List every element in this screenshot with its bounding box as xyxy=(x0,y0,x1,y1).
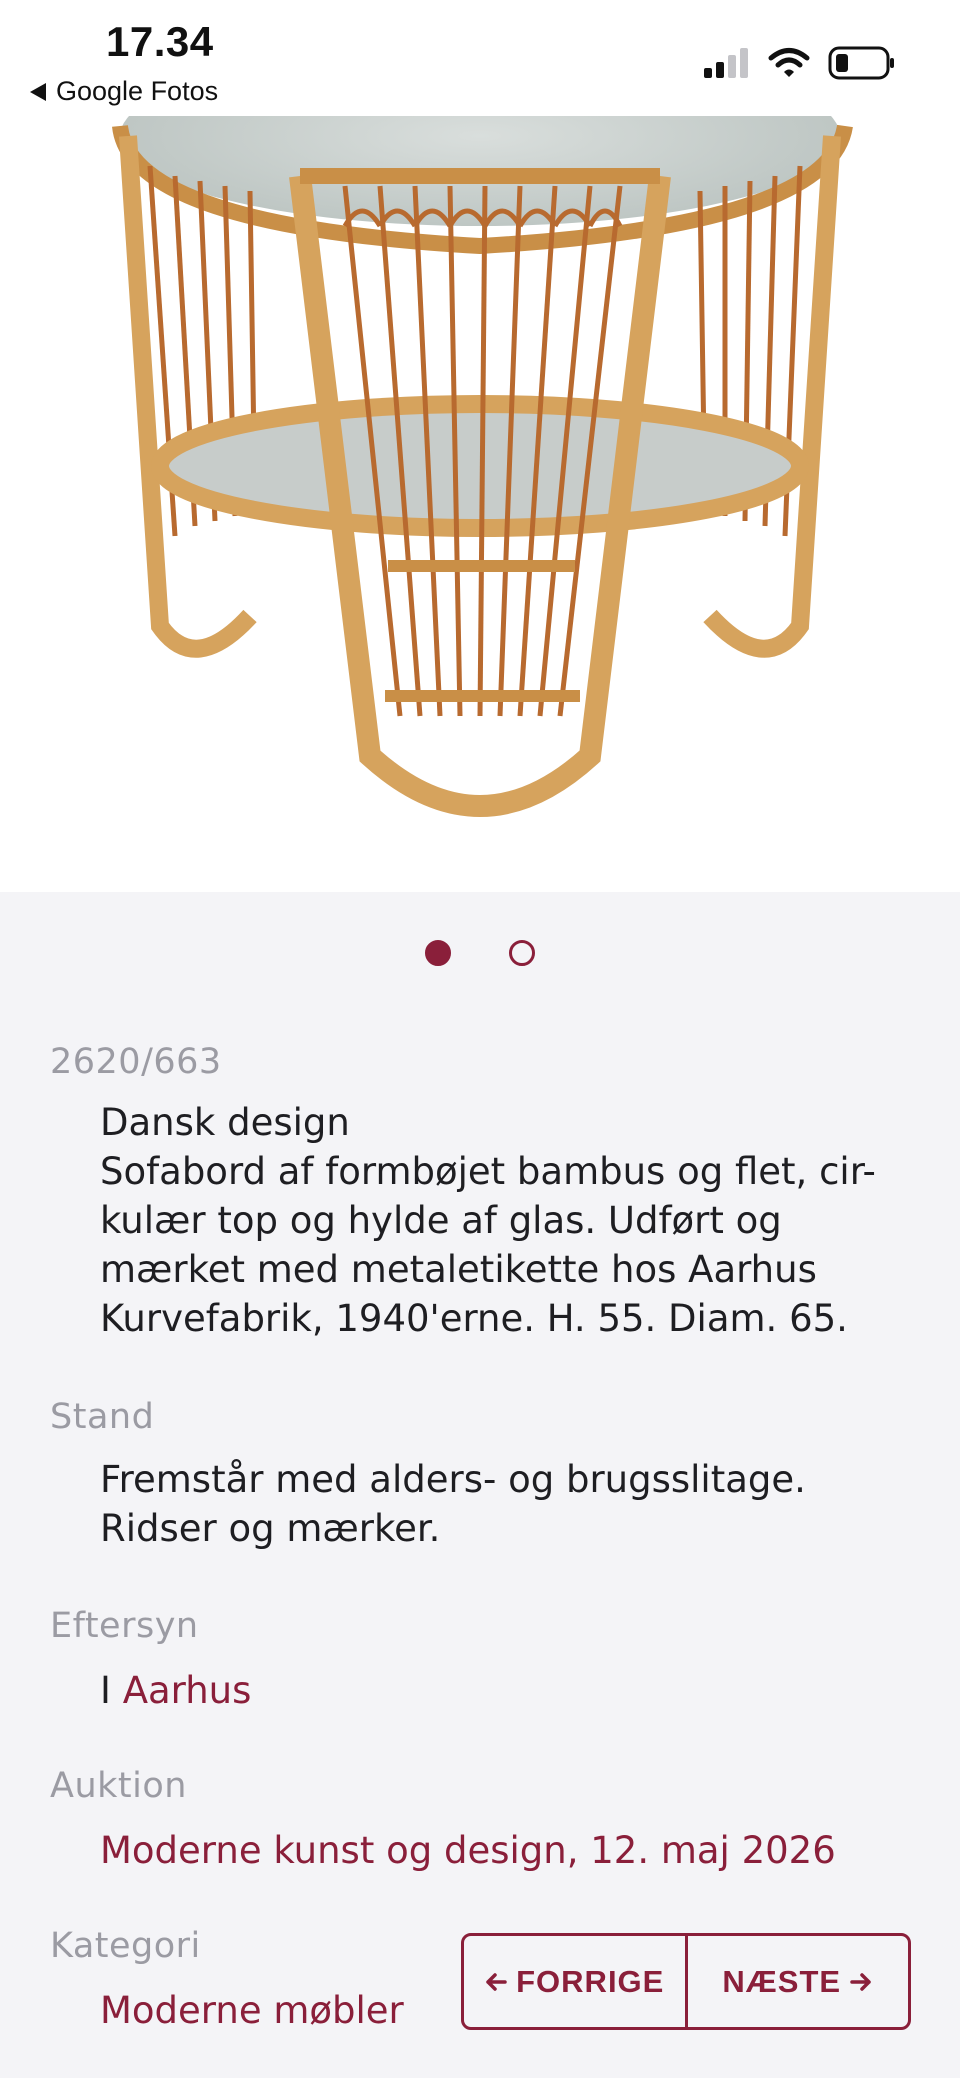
condition-label: Stand xyxy=(50,1397,155,1437)
page-dot-1[interactable] xyxy=(425,940,451,966)
arrow-right-icon xyxy=(850,1972,871,1991)
category-link[interactable]: Moderne møbler xyxy=(100,1986,430,2035)
auction-link[interactable]: Moderne kunst og design, 12. maj 2026 xyxy=(100,1826,920,1875)
wifi-icon xyxy=(768,48,810,77)
status-bar: 17.34 Google Fotos xyxy=(0,0,960,116)
arrow-left-icon xyxy=(486,1972,507,1991)
status-icons xyxy=(704,46,896,80)
condition-line-2: Ridser og mærker. xyxy=(100,1507,441,1550)
status-time: 17.34 xyxy=(106,18,214,65)
lot-description-line-3: mærket med metaletikette hos Aarhus xyxy=(100,1248,817,1291)
page-dot-2[interactable] xyxy=(509,940,535,966)
condition-line-1: Fremstår med alders- og brugsslitage. xyxy=(100,1458,806,1501)
back-triangle-icon xyxy=(30,82,46,101)
category-label: Kategori xyxy=(50,1926,201,1966)
inspection-value: I Aarhus xyxy=(100,1666,920,1715)
lot-number: 2620/663 xyxy=(50,1042,222,1082)
back-app-label: Google Fotos xyxy=(56,76,219,106)
signal-icon xyxy=(704,48,748,78)
next-button[interactable]: NÆSTE xyxy=(684,1936,909,2027)
image-pagination xyxy=(0,940,960,966)
back-to-app-link[interactable]: Google Fotos xyxy=(30,76,218,107)
lot-description-line-2: kulær top og hylde af glas. Udført og xyxy=(100,1199,782,1242)
lot-description-line-1: Sofabord af formbøjet bambus og flet, ci… xyxy=(100,1150,876,1193)
battery-icon xyxy=(828,46,894,80)
previous-label: FORRIGE xyxy=(516,1963,665,1999)
inspection-location-link[interactable]: Aarhus xyxy=(123,1669,252,1712)
lot-navigation: FORRIGE NÆSTE xyxy=(461,1933,911,2030)
inspection-label: Eftersyn xyxy=(50,1606,199,1646)
next-label: NÆSTE xyxy=(722,1963,842,1999)
rattan-table-illustration xyxy=(112,116,853,817)
lot-title: Dansk design xyxy=(100,1101,350,1144)
lot-description-line-4: Kurvefabrik, 1940'erne. H. 55. Diam. 65. xyxy=(100,1297,848,1340)
product-image[interactable] xyxy=(0,116,960,892)
auction-label: Auktion xyxy=(50,1766,187,1806)
inspection-prefix: I xyxy=(100,1669,111,1712)
previous-button[interactable]: FORRIGE xyxy=(464,1936,685,2027)
